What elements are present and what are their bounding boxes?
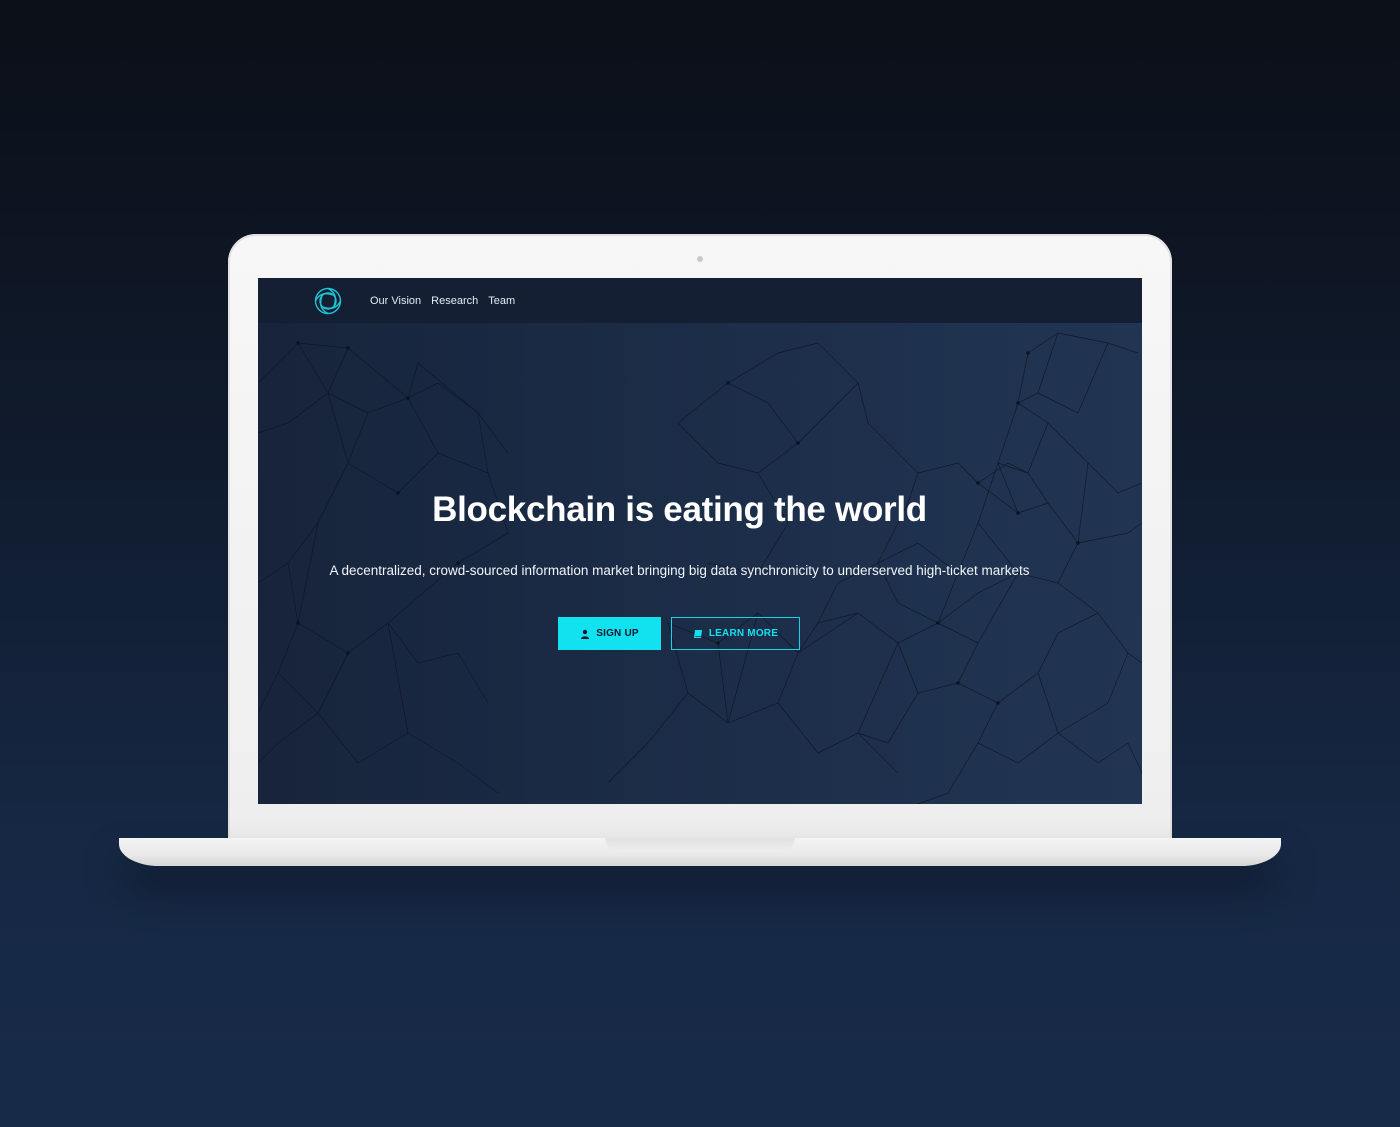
site-navbar: Our Vision Research Team xyxy=(258,278,1142,323)
nav-link-research[interactable]: Research xyxy=(431,295,478,307)
nav-link-our-vision[interactable]: Our Vision xyxy=(370,295,421,307)
laptop-screen: Our Vision Research Team Blockchain is e… xyxy=(258,278,1142,804)
user-icon xyxy=(581,629,590,639)
camera-dot xyxy=(697,256,703,262)
mockup-stage: Our Vision Research Team Blockchain is e… xyxy=(0,0,1400,1127)
laptop-notch xyxy=(605,838,795,852)
sign-up-button[interactable]: SIGN UP xyxy=(558,617,661,650)
book-icon xyxy=(693,629,702,638)
ring-logo-icon[interactable] xyxy=(313,286,343,316)
learn-more-label: LEARN MORE xyxy=(708,628,779,639)
laptop-lid: Our Vision Research Team Blockchain is e… xyxy=(228,234,1172,840)
nav-link-team[interactable]: Team xyxy=(488,295,515,307)
hero-section: Blockchain is eating the world A decentr… xyxy=(258,323,1142,804)
laptop-base xyxy=(119,838,1281,866)
hero-subtitle: A decentralized, crowd-sourced informati… xyxy=(329,563,1030,578)
hero-title: Blockchain is eating the world xyxy=(432,490,927,529)
learn-more-button[interactable]: LEARN MORE xyxy=(671,617,800,650)
sign-up-label: SIGN UP xyxy=(596,628,639,639)
